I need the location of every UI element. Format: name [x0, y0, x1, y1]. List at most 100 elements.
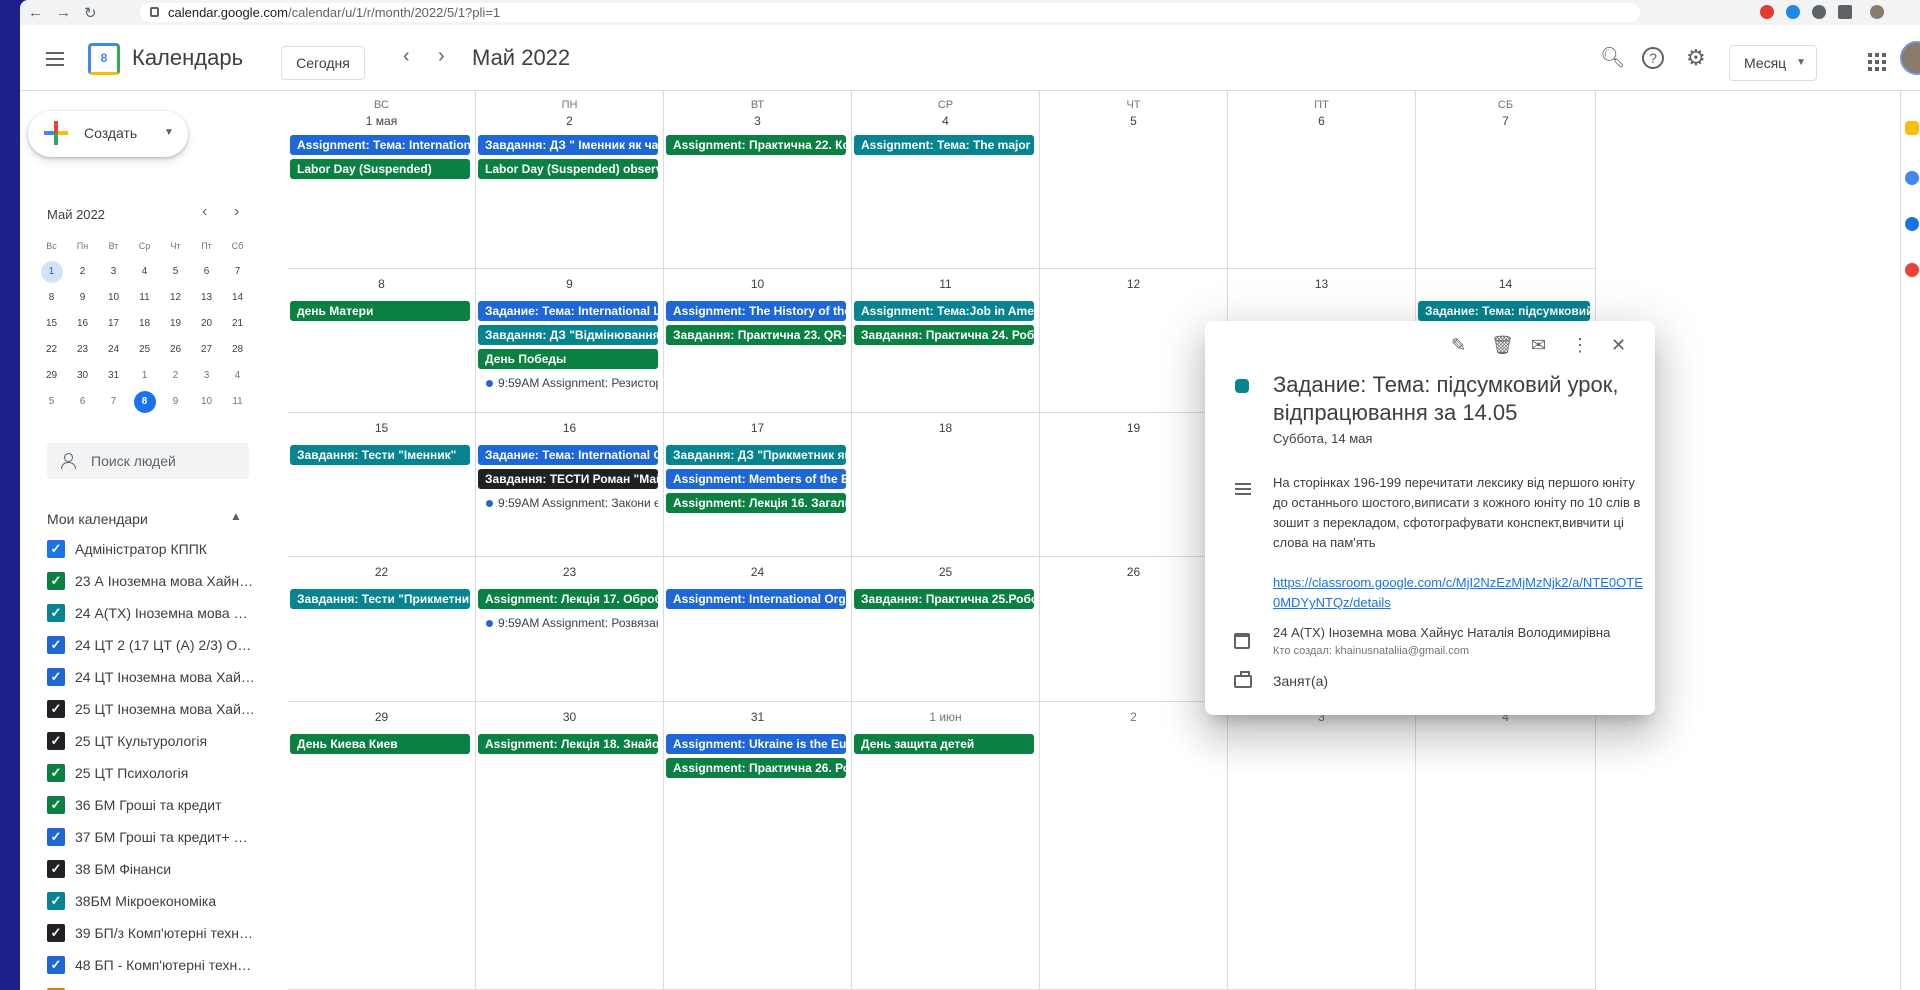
reload-icon[interactable]: ↻	[84, 4, 97, 22]
calendar-list-item[interactable]: ✓ 38 БМ Фінанси	[47, 853, 287, 885]
checkbox-icon[interactable]: ✓	[47, 636, 65, 654]
calendar-list-item[interactable]: ✓ 25 ЦТ Іноземна мова Хайнус	[47, 693, 287, 725]
calendar-event[interactable]: Assignment: Лекція 18. Знайомство	[478, 734, 658, 754]
day-cell[interactable]: 12	[1040, 269, 1228, 413]
profile-icon[interactable]	[1870, 5, 1884, 19]
calendar-list-item[interactable]: ✓ 24 ЦТ Іноземна мова Хайнус	[47, 661, 287, 693]
calendar-list-item[interactable]: ✓ 36 БМ Гроші та кредит	[47, 789, 287, 821]
edit-icon[interactable]: ✎	[1451, 335, 1466, 356]
mini-day[interactable]: 1	[36, 261, 67, 287]
more-options-icon[interactable]: ⋮	[1571, 335, 1589, 356]
calendar-event[interactable]: Assignment: Тема: International Law	[290, 135, 470, 155]
day-number[interactable]: 31	[664, 710, 851, 724]
mini-day[interactable]: 20	[191, 313, 222, 339]
window-icon[interactable]	[1838, 5, 1852, 19]
avatar[interactable]	[1900, 41, 1920, 75]
chevron-up-icon[interactable]: ▲	[230, 509, 242, 523]
day-number[interactable]: 9	[476, 277, 663, 291]
calendar-event[interactable]: Labor Day (Suspended) observed	[478, 159, 658, 179]
mini-day[interactable]: 26	[160, 339, 191, 365]
checkbox-icon[interactable]: ✓	[47, 892, 65, 910]
day-number[interactable]: 12	[1040, 277, 1227, 291]
help-icon[interactable]: ?	[1642, 47, 1664, 69]
mini-day[interactable]: 7	[98, 391, 129, 417]
calendar-list-item[interactable]: ✓ 25 ЦТ Культурологія	[47, 725, 287, 757]
calendar-event[interactable]: Assignment: Тема: The major problems	[854, 135, 1034, 155]
day-number[interactable]: 2	[476, 114, 663, 128]
mini-day[interactable]: 25	[129, 339, 160, 365]
day-cell[interactable]: ПН 2	[476, 91, 664, 269]
mini-day[interactable]: 1	[129, 365, 160, 391]
day-number[interactable]: 7	[1416, 114, 1595, 128]
day-cell[interactable]: СБ 7	[1416, 91, 1596, 269]
day-cell[interactable]: ПТ 6	[1228, 91, 1416, 269]
people-search-input[interactable]: Поиск людей	[47, 443, 249, 479]
mini-day[interactable]: 12	[160, 287, 191, 313]
mini-day[interactable]: 24	[98, 339, 129, 365]
calendar-event[interactable]: Assignment: Тема:Job in America	[854, 301, 1034, 321]
mini-next-icon[interactable]: ›	[234, 203, 239, 221]
day-cell[interactable]: 2	[1040, 702, 1228, 990]
calendar-event[interactable]: Задание: Тема: International Court of Ju…	[478, 445, 658, 465]
calendar-event[interactable]: Задание: Тема: International Law problem…	[478, 301, 658, 321]
day-cell[interactable]: ЧТ 5	[1040, 91, 1228, 269]
mini-day[interactable]: 21	[222, 313, 253, 339]
mini-day[interactable]: 30	[67, 365, 98, 391]
mini-day[interactable]: 6	[67, 391, 98, 417]
day-number[interactable]: 1 июн	[852, 710, 1039, 724]
maps-icon[interactable]	[1905, 263, 1919, 277]
create-button[interactable]: Создать ▼	[28, 111, 188, 157]
menu-icon[interactable]	[46, 52, 64, 66]
mini-day[interactable]: 10	[98, 287, 129, 313]
forward-icon[interactable]: →	[56, 4, 71, 21]
calendar-list-item[interactable]: ✓ 25 ЦТ Психологія	[47, 757, 287, 789]
apps-grid-icon[interactable]	[1868, 53, 1886, 71]
calendar-event[interactable]: День Победы	[478, 349, 658, 369]
calendar-list-item[interactable]: ✓ 38БМ Мікроекономіка	[47, 885, 287, 917]
day-cell[interactable]: 24	[664, 557, 852, 702]
day-cell[interactable]: 8	[288, 269, 476, 413]
checkbox-icon[interactable]: ✓	[47, 860, 65, 878]
classroom-link[interactable]: https://classroom.google.com/c/MjI2NzEzM…	[1273, 573, 1643, 613]
mini-day[interactable]: 23	[67, 339, 98, 365]
mini-day[interactable]: 4	[129, 261, 160, 287]
day-cell[interactable]: 22	[288, 557, 476, 702]
day-number[interactable]: 19	[1040, 421, 1227, 435]
calendar-event[interactable]: Assignment: Практична 22. Конвертування	[666, 135, 846, 155]
day-cell[interactable]: 15	[288, 413, 476, 557]
mini-day[interactable]: 7	[222, 261, 253, 287]
calendar-list-item[interactable]: ✓ 48 БП - Комп'ютерні технології	[47, 949, 287, 981]
delete-icon[interactable]: 🗑︎	[1491, 335, 1514, 356]
email-icon[interactable]: ✉	[1531, 335, 1546, 356]
mini-day[interactable]: 18	[129, 313, 160, 339]
day-number[interactable]: 4	[852, 114, 1039, 128]
day-number[interactable]: 16	[476, 421, 663, 435]
calendar-event[interactable]: Завдання: ДЗ " Іменник як частина мови"	[478, 135, 658, 155]
day-number[interactable]: 26	[1040, 565, 1227, 579]
checkbox-icon[interactable]: ✓	[47, 796, 65, 814]
checkbox-icon[interactable]: ✓	[47, 668, 65, 686]
mini-day[interactable]: 14	[222, 287, 253, 313]
contacts-icon[interactable]	[1905, 217, 1919, 231]
day-number[interactable]: 3	[664, 114, 851, 128]
mini-day[interactable]: 17	[98, 313, 129, 339]
checkbox-icon[interactable]: ✓	[47, 956, 65, 974]
address-bar[interactable]: calendar.google.com/calendar/u/1/r/month…	[140, 3, 1640, 22]
gear-icon[interactable]: ⚙	[1686, 45, 1706, 71]
mini-day[interactable]: 19	[160, 313, 191, 339]
day-number[interactable]: 18	[852, 421, 1039, 435]
checkbox-icon[interactable]: ✓	[47, 828, 65, 846]
calendar-list-item[interactable]: ✓ 24 ЦТ 2 (17 ЦТ (А) 2/3) Основи	[47, 629, 287, 661]
day-number[interactable]: 29	[288, 710, 475, 724]
prev-month-icon[interactable]: ‹	[403, 45, 410, 68]
day-number[interactable]: 2	[1040, 710, 1227, 724]
day-number[interactable]: 23	[476, 565, 663, 579]
close-icon[interactable]: ✕	[1611, 335, 1626, 356]
mini-day[interactable]: 11	[222, 391, 253, 417]
mini-day[interactable]: 11	[129, 287, 160, 313]
keep-icon[interactable]	[1905, 121, 1919, 135]
mini-day[interactable]: 28	[222, 339, 253, 365]
calendar-event[interactable]: Завдання: ТЕСТИ Роман "Майстер і Маргари…	[478, 469, 658, 489]
mini-day[interactable]: 15	[36, 313, 67, 339]
mini-day[interactable]: 8	[129, 391, 160, 417]
